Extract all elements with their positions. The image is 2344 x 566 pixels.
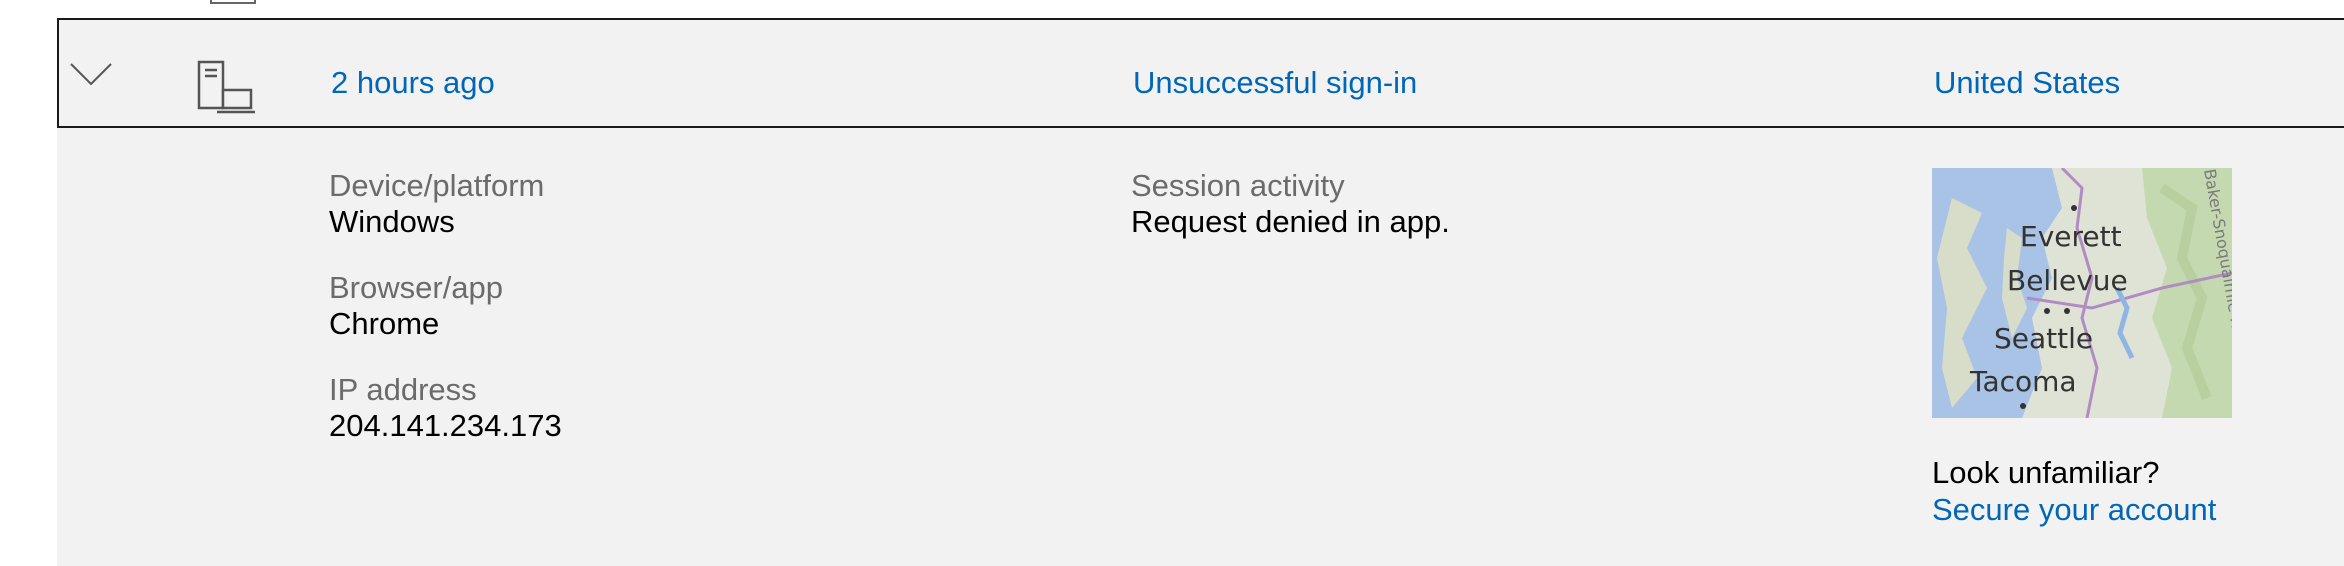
computer-icon: [197, 60, 255, 114]
activity-row: 2 hours ago Unsuccessful sign-in United …: [57, 18, 2344, 566]
session-activity-label: Session activity: [1131, 168, 1345, 203]
map-label-tacoma: Tacoma: [1969, 365, 2077, 398]
location-map: Everett Bellevue Seattle Tacoma Baker-Sn…: [1932, 168, 2232, 418]
time-link[interactable]: 2 hours ago: [331, 63, 495, 103]
map-label-bellevue: Bellevue: [2007, 264, 2128, 297]
location-link[interactable]: United States: [1934, 63, 2120, 103]
device-platform-value: Windows: [329, 204, 455, 239]
event-type-link[interactable]: Unsuccessful sign-in: [1133, 63, 1417, 103]
browser-app-label: Browser/app: [329, 270, 504, 305]
map-label-everett: Everett: [2020, 220, 2122, 253]
ip-address-label: IP address: [329, 372, 477, 407]
look-unfamiliar-text: Look unfamiliar?: [1932, 455, 2160, 490]
browser-app-value: Chrome: [329, 306, 440, 341]
chevron-down-icon[interactable]: [69, 58, 113, 88]
session-activity-value: Request denied in app.: [1131, 204, 1450, 239]
map-label-seattle: Seattle: [1994, 322, 2093, 355]
device-platform-label: Device/platform: [329, 168, 545, 203]
activity-row-header[interactable]: 2 hours ago Unsuccessful sign-in United …: [57, 18, 2344, 128]
previous-row-device-icon: [210, 0, 256, 4]
secure-account-link[interactable]: Secure your account: [1932, 491, 2216, 529]
ip-address-value: 204.141.234.173: [329, 408, 562, 443]
